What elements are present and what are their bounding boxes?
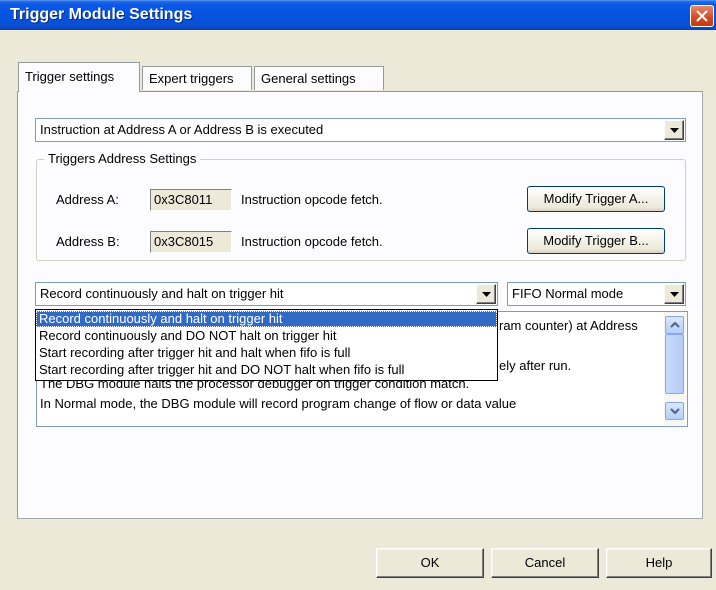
ok-button[interactable]: OK — [376, 548, 484, 578]
fifo-mode-value: FIFO Normal mode — [512, 286, 624, 301]
address-b-value: 0x3C8015 — [150, 231, 232, 253]
record-mode-dropdown-button[interactable] — [476, 284, 496, 304]
tab-label: General settings — [261, 71, 356, 86]
modify-trigger-a-label: Modify Trigger A... — [543, 191, 649, 206]
scroll-thumb[interactable] — [665, 334, 684, 394]
trigger-mode-value: Instruction at Address A or Address B is… — [40, 122, 324, 137]
fifo-mode-dropdown-button[interactable] — [664, 284, 684, 304]
title-bar: Trigger Module Settings — [0, 0, 716, 30]
scroll-up-button[interactable] — [665, 316, 684, 334]
address-b-label: Address B: — [56, 234, 120, 249]
cancel-button[interactable]: Cancel — [491, 548, 599, 578]
chevron-down-icon — [482, 292, 491, 297]
arrow-up-icon — [670, 322, 680, 328]
fifo-mode-select[interactable]: FIFO Normal mode — [507, 282, 686, 306]
record-mode-select[interactable]: Record continuously and halt on trigger … — [35, 282, 498, 306]
tab-trigger-settings[interactable]: Trigger settings — [18, 62, 140, 92]
help-label: Help — [645, 555, 673, 570]
address-a-description: Instruction opcode fetch. — [241, 192, 383, 207]
chevron-down-icon — [670, 128, 679, 133]
record-mode-option[interactable]: Record continuously and halt on trigger … — [36, 311, 497, 327]
chevron-down-icon — [670, 292, 679, 297]
scroll-down-button[interactable] — [665, 402, 684, 420]
tab-general-settings[interactable]: General settings — [254, 66, 384, 90]
modify-trigger-b-button[interactable]: Modify Trigger B... — [527, 228, 665, 254]
address-group-title: Triggers Address Settings — [44, 151, 201, 166]
record-mode-option[interactable]: Record continuously and DO NOT halt on t… — [36, 328, 497, 344]
description-line-2: ely after run. — [499, 358, 572, 373]
description-scrollbar[interactable] — [664, 312, 686, 425]
tab-label: Trigger settings — [25, 69, 115, 84]
description-line-4: In Normal mode, the DBG module will reco… — [40, 396, 517, 411]
modify-trigger-b-label: Modify Trigger B... — [543, 233, 649, 248]
modify-trigger-a-button[interactable]: Modify Trigger A... — [527, 186, 665, 212]
trigger-mode-select[interactable]: Instruction at Address A or Address B is… — [35, 118, 686, 142]
record-mode-option[interactable]: Start recording after trigger hit and DO… — [36, 362, 497, 378]
description-line-1: ram counter) at Address — [499, 318, 638, 333]
record-mode-value: Record continuously and halt on trigger … — [40, 286, 284, 301]
close-icon — [696, 10, 708, 22]
help-button[interactable]: Help — [606, 548, 712, 578]
cancel-label: Cancel — [524, 555, 566, 570]
close-button[interactable] — [690, 5, 714, 27]
record-mode-dropdown-list[interactable]: Record continuously and halt on trigger … — [35, 309, 498, 381]
trigger-mode-dropdown-button[interactable] — [664, 120, 684, 140]
address-b-description: Instruction opcode fetch. — [241, 234, 383, 249]
ok-label: OK — [420, 555, 440, 570]
tab-expert-triggers[interactable]: Expert triggers — [142, 66, 252, 90]
record-mode-option[interactable]: Start recording after trigger hit and ha… — [36, 345, 497, 361]
address-a-label: Address A: — [56, 192, 119, 207]
arrow-down-icon — [670, 408, 680, 414]
address-a-value: 0x3C8011 — [150, 189, 232, 211]
window-title: Trigger Module Settings — [10, 6, 193, 23]
tab-label: Expert triggers — [149, 71, 234, 86]
